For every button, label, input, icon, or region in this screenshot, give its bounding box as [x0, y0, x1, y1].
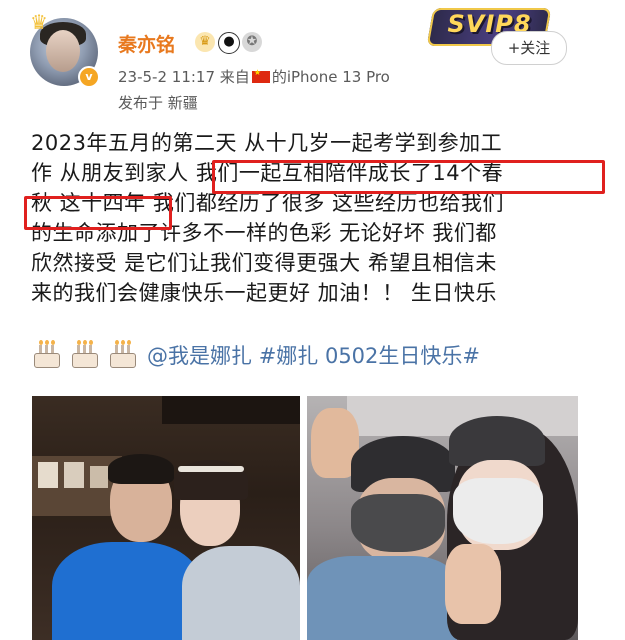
- highlight-box: [24, 196, 172, 230]
- photo-person-right-mask: [453, 478, 543, 544]
- post-line: 来的我们会健康快乐一起更好 加油！！ 生日快乐: [31, 281, 497, 305]
- post-line: 2023年五月的第二天 从十几岁一起考学到参加工: [31, 131, 503, 155]
- photo-person-right-shirt: [182, 546, 300, 640]
- post-meta: 23-5-2 11:17 来自 的iPhone 13 Pro: [118, 66, 390, 87]
- avatar-face: [46, 30, 80, 72]
- cake-icon: [33, 340, 60, 368]
- photo-cap-logo: [483, 422, 509, 444]
- photo-person-left-shirt: [52, 542, 202, 640]
- panda-icon: ●: [218, 32, 240, 54]
- source-prefix: 来自: [219, 68, 250, 86]
- flag-icon: [251, 68, 270, 83]
- photo-person-left-body: [307, 556, 457, 640]
- post-time: 11:17: [171, 68, 216, 86]
- follow-button[interactable]: +关注: [491, 31, 567, 65]
- photo-shelf-item: [90, 466, 108, 488]
- photo-lamp: [162, 396, 300, 424]
- photo-headband: [178, 466, 244, 472]
- photo-left[interactable]: [32, 396, 300, 640]
- post-date: 23-5-2: [118, 68, 167, 86]
- username[interactable]: 秦亦铭: [118, 30, 175, 57]
- verified-badge: v: [78, 66, 100, 88]
- source-device: 的iPhone 13 Pro: [271, 68, 390, 86]
- photo-person-left-mask: [351, 494, 445, 552]
- post-header: ♛ v 秦亦铭 ♛ ● ✪ 23-5-2 11:17 来自 的iPhone 13 …: [0, 0, 625, 120]
- cake-icon: [109, 340, 136, 368]
- post-location: 发布于 新疆: [118, 94, 198, 112]
- photo-shelf-item: [64, 462, 84, 488]
- post-line: 欣然接受 是它们让我们变得更强大 希望且相信未: [31, 251, 497, 275]
- hashtag-link[interactable]: #娜扎 0502生日快乐#: [259, 344, 480, 368]
- photo-peace-hand: [445, 544, 501, 624]
- crown-medal-icon: ♛: [195, 32, 215, 52]
- photo-person-left-hair: [108, 454, 174, 484]
- cake-icon: [71, 340, 98, 368]
- highlight-box: [212, 160, 605, 194]
- medal-icon: ✪: [242, 32, 262, 52]
- photo-right[interactable]: [307, 396, 578, 640]
- photo-shelf-item: [38, 462, 58, 488]
- mention-link[interactable]: @我是娜扎: [147, 344, 252, 368]
- crown-icon: ♛: [30, 10, 48, 34]
- emoji-link-row: @我是娜扎 #娜扎 0502生日快乐#: [33, 340, 480, 370]
